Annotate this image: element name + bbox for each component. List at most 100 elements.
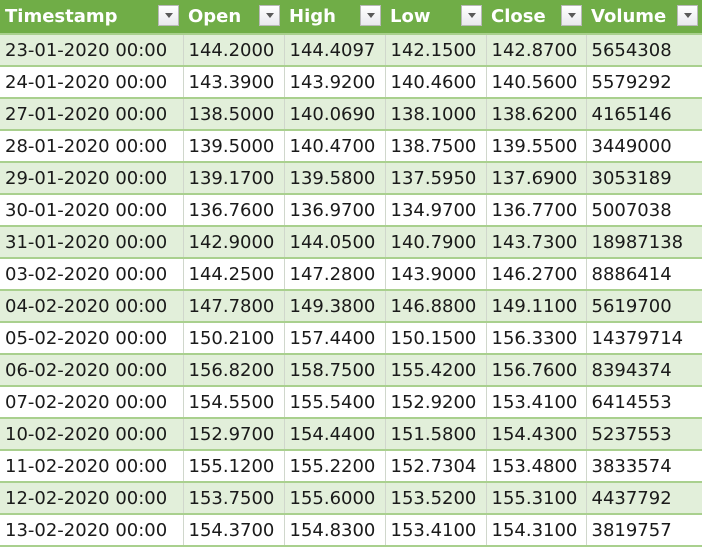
cell-low[interactable]: 143.9000: [384, 258, 486, 291]
cell-low[interactable]: 153.5200: [384, 482, 486, 515]
cell-timestamp[interactable]: 29-01-2020 00:00: [0, 162, 183, 195]
filter-dropdown-button[interactable]: [561, 5, 582, 26]
cell-close[interactable]: 154.3100: [485, 514, 586, 547]
cell-volume[interactable]: 3833574: [585, 450, 702, 483]
filter-dropdown-button[interactable]: [360, 5, 381, 26]
cell-close[interactable]: 143.7300: [485, 226, 586, 259]
table-row[interactable]: 31-01-2020 00:00 142.9000 144.0500 140.7900…: [0, 226, 702, 259]
cell-volume[interactable]: 5619700: [585, 290, 702, 323]
cell-high[interactable]: 154.8300: [283, 514, 385, 547]
cell-timestamp[interactable]: 05-02-2020 00:00: [0, 322, 183, 355]
filter-dropdown-button[interactable]: [677, 5, 698, 26]
cell-low[interactable]: 140.7900: [384, 226, 486, 259]
cell-close[interactable]: 154.4300: [485, 418, 586, 451]
cell-low[interactable]: 138.1000: [384, 98, 486, 131]
column-header-volume[interactable]: Volume: [586, 0, 702, 35]
column-header-open[interactable]: Open: [183, 0, 284, 35]
cell-timestamp[interactable]: 12-02-2020 00:00: [0, 482, 183, 515]
cell-close[interactable]: 146.2700: [485, 258, 586, 291]
table-row[interactable]: 07-02-2020 00:00 154.5500 155.5400 152.9200…: [0, 386, 702, 419]
cell-timestamp[interactable]: 31-01-2020 00:00: [0, 226, 183, 259]
cell-low[interactable]: 152.7304: [384, 450, 486, 483]
cell-close[interactable]: 137.6900: [485, 162, 586, 195]
cell-open[interactable]: 152.9700: [182, 418, 284, 451]
cell-close[interactable]: 153.4100: [485, 386, 586, 419]
cell-close[interactable]: 155.3100: [485, 482, 586, 515]
cell-volume[interactable]: 3819757: [585, 514, 702, 547]
cell-close[interactable]: 140.5600: [485, 66, 586, 99]
table-row[interactable]: 05-02-2020 00:00 150.2100 157.4400 150.1500…: [0, 322, 702, 355]
cell-high[interactable]: 140.0690: [283, 98, 385, 131]
table-row[interactable]: 10-02-2020 00:00 152.9700 154.4400 151.5800…: [0, 418, 702, 451]
cell-close[interactable]: 142.8700: [485, 34, 586, 67]
cell-volume[interactable]: 8886414: [585, 258, 702, 291]
cell-open[interactable]: 156.8200: [182, 354, 284, 387]
cell-high[interactable]: 144.4097: [283, 34, 385, 67]
cell-timestamp[interactable]: 07-02-2020 00:00: [0, 386, 183, 419]
cell-high[interactable]: 155.6000: [283, 482, 385, 515]
table-row[interactable]: 11-02-2020 00:00 155.1200 155.2200 152.7304…: [0, 450, 702, 483]
cell-low[interactable]: 152.9200: [384, 386, 486, 419]
cell-high[interactable]: 154.4400: [283, 418, 385, 451]
cell-timestamp[interactable]: 28-01-2020 00:00: [0, 130, 183, 163]
cell-high[interactable]: 147.2800: [283, 258, 385, 291]
table-row[interactable]: 13-02-2020 00:00 154.3700 154.8300 153.4100…: [0, 514, 702, 547]
table-row[interactable]: 28-01-2020 00:00 139.5000 140.4700 138.7500…: [0, 130, 702, 163]
cell-timestamp[interactable]: 24-01-2020 00:00: [0, 66, 183, 99]
cell-timestamp[interactable]: 23-01-2020 00:00: [0, 34, 183, 67]
cell-timestamp[interactable]: 30-01-2020 00:00: [0, 194, 183, 227]
table-row[interactable]: 12-02-2020 00:00 153.7500 155.6000 153.5200…: [0, 482, 702, 515]
cell-low[interactable]: 142.1500: [384, 34, 486, 67]
cell-close[interactable]: 156.3300: [485, 322, 586, 355]
cell-close[interactable]: 139.5500: [485, 130, 586, 163]
cell-open[interactable]: 153.7500: [182, 482, 284, 515]
cell-close[interactable]: 136.7700: [485, 194, 586, 227]
cell-high[interactable]: 144.0500: [283, 226, 385, 259]
table-row[interactable]: 06-02-2020 00:00 156.8200 158.7500 155.4200…: [0, 354, 702, 387]
cell-high[interactable]: 158.7500: [283, 354, 385, 387]
cell-close[interactable]: 138.6200: [485, 98, 586, 131]
cell-open[interactable]: 155.1200: [182, 450, 284, 483]
table-row[interactable]: 29-01-2020 00:00 139.1700 139.5800 137.5950…: [0, 162, 702, 195]
cell-low[interactable]: 153.4100: [384, 514, 486, 547]
cell-volume[interactable]: 5654308: [585, 34, 702, 67]
cell-low[interactable]: 134.9700: [384, 194, 486, 227]
cell-volume[interactable]: 4165146: [585, 98, 702, 131]
cell-open[interactable]: 139.1700: [182, 162, 284, 195]
cell-close[interactable]: 156.7600: [485, 354, 586, 387]
cell-timestamp[interactable]: 03-02-2020 00:00: [0, 258, 183, 291]
column-header-timestamp[interactable]: Timestamp: [0, 0, 183, 35]
filter-dropdown-button[interactable]: [461, 5, 482, 26]
cell-close[interactable]: 149.1100: [485, 290, 586, 323]
cell-volume[interactable]: 18987138: [585, 226, 702, 259]
cell-open[interactable]: 142.9000: [182, 226, 284, 259]
cell-open[interactable]: 144.2500: [182, 258, 284, 291]
cell-close[interactable]: 153.4800: [485, 450, 586, 483]
table-row[interactable]: 27-01-2020 00:00 138.5000 140.0690 138.1000…: [0, 98, 702, 131]
cell-open[interactable]: 139.5000: [182, 130, 284, 163]
cell-low[interactable]: 150.1500: [384, 322, 486, 355]
cell-volume[interactable]: 3449000: [585, 130, 702, 163]
cell-volume[interactable]: 5579292: [585, 66, 702, 99]
cell-high[interactable]: 157.4400: [283, 322, 385, 355]
cell-open[interactable]: 147.7800: [182, 290, 284, 323]
cell-volume[interactable]: 6414553: [585, 386, 702, 419]
cell-timestamp[interactable]: 04-02-2020 00:00: [0, 290, 183, 323]
table-row[interactable]: 04-02-2020 00:00 147.7800 149.3800 146.8800…: [0, 290, 702, 323]
cell-timestamp[interactable]: 06-02-2020 00:00: [0, 354, 183, 387]
cell-volume[interactable]: 4437792: [585, 482, 702, 515]
cell-low[interactable]: 146.8800: [384, 290, 486, 323]
cell-volume[interactable]: 5237553: [585, 418, 702, 451]
table-row[interactable]: 23-01-2020 00:00 144.2000 144.4097 142.1500…: [0, 34, 702, 67]
table-row[interactable]: 24-01-2020 00:00 143.3900 143.9200 140.4600…: [0, 66, 702, 99]
cell-timestamp[interactable]: 11-02-2020 00:00: [0, 450, 183, 483]
table-row[interactable]: 03-02-2020 00:00 144.2500 147.2800 143.9000…: [0, 258, 702, 291]
cell-open[interactable]: 144.2000: [182, 34, 284, 67]
cell-high[interactable]: 139.5800: [283, 162, 385, 195]
column-header-high[interactable]: High: [284, 0, 385, 35]
table-row[interactable]: 30-01-2020 00:00 136.7600 136.9700 134.9700…: [0, 194, 702, 227]
cell-volume[interactable]: 8394374: [585, 354, 702, 387]
cell-volume[interactable]: 5007038: [585, 194, 702, 227]
cell-open[interactable]: 136.7600: [182, 194, 284, 227]
cell-volume[interactable]: 14379714: [585, 322, 702, 355]
